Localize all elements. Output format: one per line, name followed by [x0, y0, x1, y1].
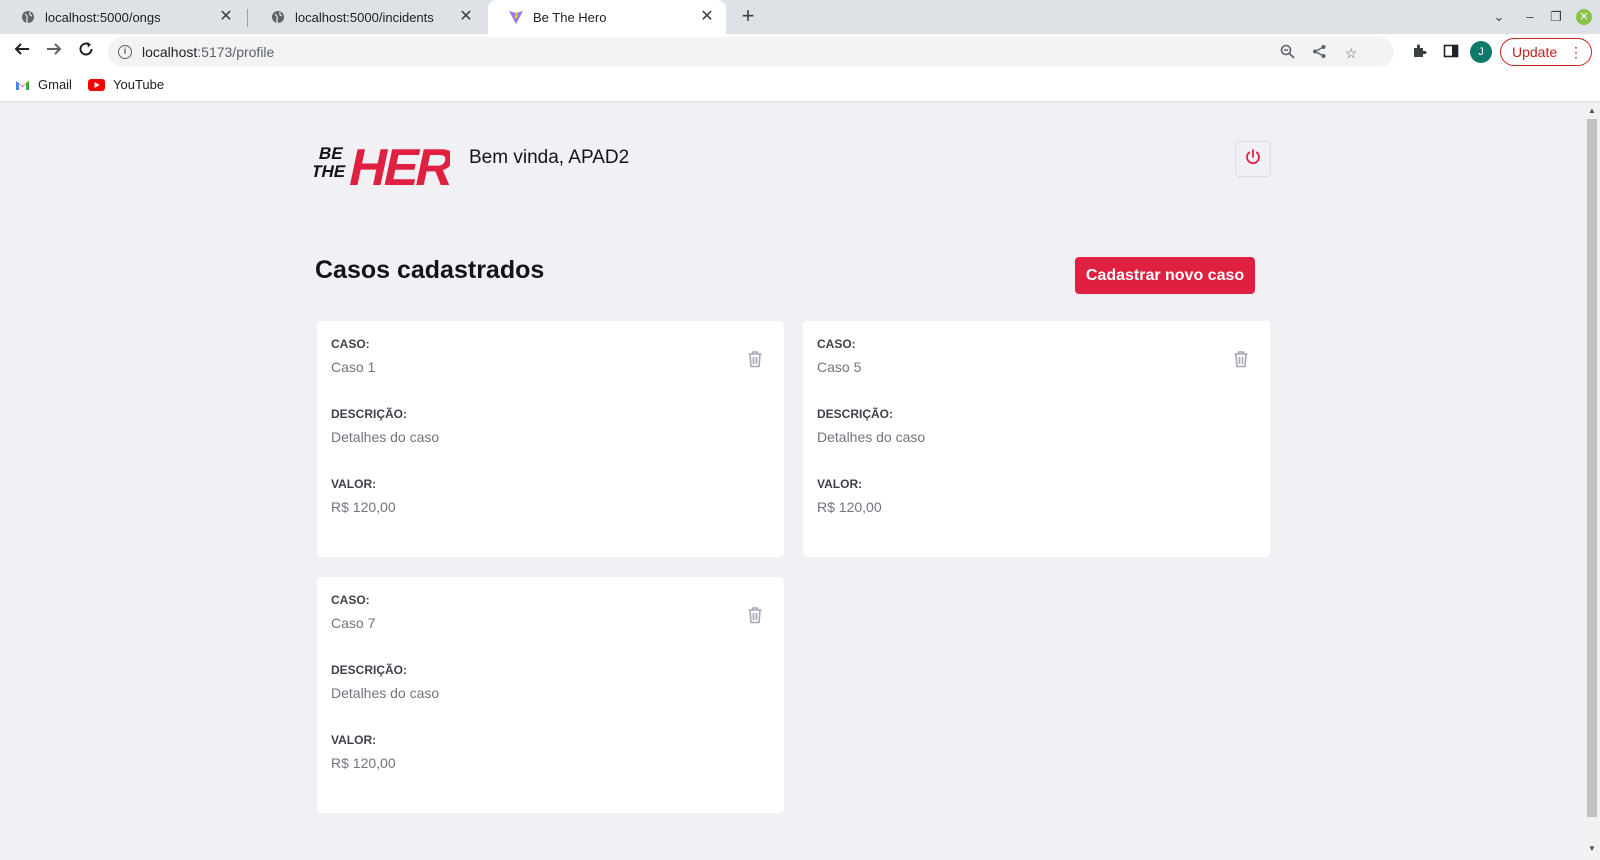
forward-icon[interactable]: [42, 40, 66, 64]
incident-card: CASO: Caso 5 DESCRIÇÃO: Detalhes do caso…: [803, 321, 1270, 557]
be-the-hero-logo: BE THE HERO: [309, 131, 495, 197]
description-label: DESCRIÇÃO:: [331, 663, 408, 677]
incident-card: CASO: Caso 7 DESCRIÇÃO: Detalhes do caso…: [317, 577, 784, 813]
description-label: DESCRIÇÃO:: [331, 407, 408, 421]
url-host: localhost: [142, 44, 198, 60]
case-label: CASO:: [331, 337, 370, 351]
close-tab-icon[interactable]: ✕: [217, 8, 235, 26]
update-label: Update: [1512, 44, 1558, 60]
url-path: :5173/profile: [197, 44, 275, 60]
svg-text:THE: THE: [314, 161, 348, 181]
back-icon[interactable]: [10, 40, 34, 64]
share-icon[interactable]: [1310, 44, 1328, 62]
svg-text:HERO: HERO: [344, 139, 450, 191]
svg-text:BE: BE: [317, 143, 345, 163]
case-label: CASO:: [331, 593, 370, 607]
url-text: localhost:5173/profile: [142, 44, 274, 60]
tab-title: localhost:5000/incidents: [295, 9, 434, 25]
minimize-icon[interactable]: –: [1521, 8, 1539, 26]
case-label: CASO:: [817, 337, 856, 351]
chevron-down-icon[interactable]: ⌄: [1490, 8, 1508, 26]
profile-page: BE THE HERO Bem vinda, APAD2 Casos cadas…: [0, 103, 1584, 860]
page-title: Casos cadastrados: [315, 256, 545, 284]
address-bar[interactable]: i localhost:5173/profile ☆: [108, 37, 1394, 67]
tab-be-the-hero[interactable]: Be The Hero ✕: [488, 0, 726, 34]
scrollbar-thumb[interactable]: [1587, 119, 1597, 817]
page-scrollbar[interactable]: ▲ ▼: [1584, 103, 1600, 860]
scroll-up-icon[interactable]: ▲: [1588, 106, 1596, 115]
bookmark-gmail[interactable]: Gmail: [15, 77, 72, 92]
tab-title: localhost:5000/ongs: [45, 9, 161, 25]
value-label: VALOR:: [817, 477, 863, 491]
star-icon[interactable]: ☆: [1342, 44, 1360, 62]
new-case-button[interactable]: Cadastrar novo caso: [1075, 257, 1255, 294]
youtube-icon: [88, 78, 105, 91]
side-panel-icon[interactable]: [1442, 43, 1460, 61]
globe-icon: [270, 9, 286, 25]
bookmark-label: YouTube: [113, 77, 165, 92]
more-menu-icon[interactable]: ⋮: [1569, 39, 1583, 65]
close-tab-icon[interactable]: ✕: [457, 8, 475, 26]
extensions-icon[interactable]: [1410, 43, 1428, 61]
trash-icon[interactable]: [745, 605, 765, 625]
description-label: DESCRIÇÃO:: [817, 407, 894, 421]
zoom-icon[interactable]: [1278, 44, 1296, 62]
tab-separator: [247, 9, 248, 27]
bookmarks-bar: Gmail YouTube: [0, 70, 1600, 102]
case-value: Caso 1: [331, 359, 376, 375]
value-amount: R$ 120,00: [331, 499, 396, 515]
logout-button[interactable]: [1235, 141, 1271, 177]
gmail-icon: [15, 79, 30, 91]
welcome-text: Bem vinda, APAD2: [469, 147, 630, 168]
tab-strip: localhost:5000/ongs ✕ localhost:5000/inc…: [0, 0, 1600, 34]
power-icon: [1244, 148, 1262, 171]
new-tab-button[interactable]: +: [737, 5, 759, 28]
profile-avatar[interactable]: J: [1470, 41, 1492, 63]
case-value: Caso 5: [817, 359, 862, 375]
restore-icon[interactable]: ❐: [1547, 8, 1565, 26]
close-tab-icon[interactable]: ✕: [698, 8, 716, 26]
value-label: VALOR:: [331, 477, 377, 491]
case-value: Caso 7: [331, 615, 376, 631]
globe-icon: [20, 9, 36, 25]
scroll-down-icon[interactable]: ▼: [1588, 844, 1596, 853]
bookmark-youtube[interactable]: YouTube: [88, 77, 164, 92]
value-label: VALOR:: [331, 733, 377, 747]
reload-icon[interactable]: [74, 40, 98, 64]
trash-icon[interactable]: [745, 349, 765, 369]
description-value: Detalhes do caso: [331, 429, 440, 445]
window-close-icon[interactable]: ✕: [1576, 9, 1592, 25]
vite-icon: [508, 9, 524, 25]
trash-icon[interactable]: [1231, 349, 1251, 369]
browser-toolbar: i localhost:5173/profile ☆ J Update ⋮: [0, 34, 1600, 70]
tab-ongs[interactable]: localhost:5000/ongs ✕: [0, 0, 245, 34]
description-value: Detalhes do caso: [817, 429, 926, 445]
incident-card: CASO: Caso 1 DESCRIÇÃO: Detalhes do caso…: [317, 321, 784, 557]
value-amount: R$ 120,00: [817, 499, 882, 515]
bookmark-label: Gmail: [38, 77, 72, 92]
value-amount: R$ 120,00: [331, 755, 396, 771]
info-icon[interactable]: i: [118, 45, 132, 59]
update-button[interactable]: Update ⋮: [1500, 38, 1592, 66]
tab-title: Be The Hero: [533, 9, 607, 25]
description-value: Detalhes do caso: [331, 685, 440, 701]
tab-incidents[interactable]: localhost:5000/incidents ✕: [250, 0, 485, 34]
